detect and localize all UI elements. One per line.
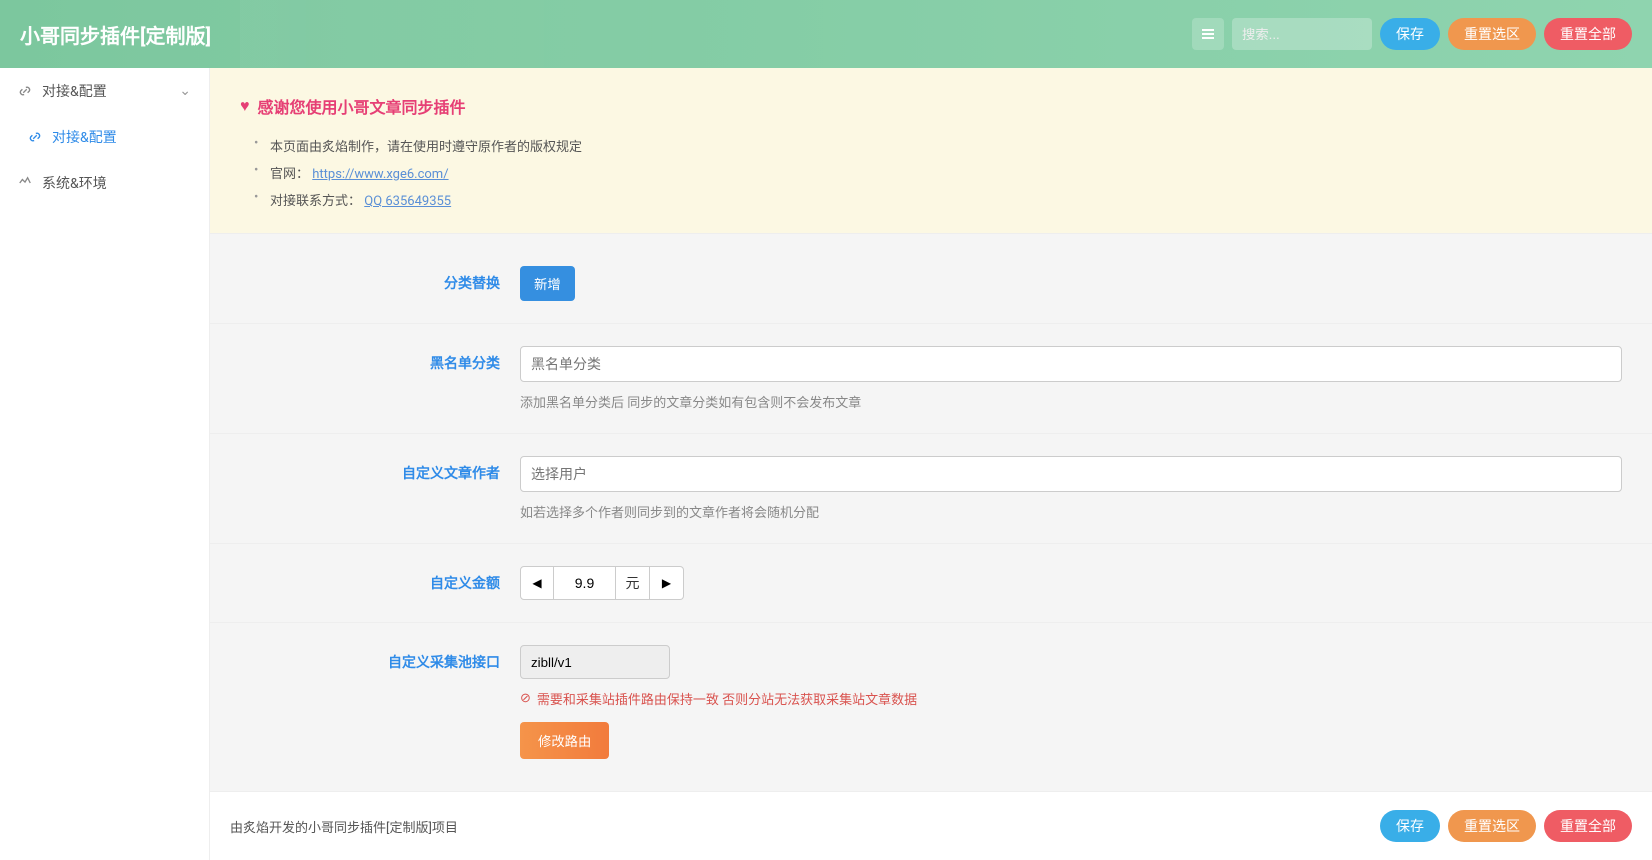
topbar: 小哥同步插件[定制版] 保存 重置选区 重置全部: [0, 0, 1652, 68]
label-category-replace: 分类替换: [240, 266, 520, 293]
footer-actions: 保存 重置选区 重置全部: [1380, 810, 1632, 842]
blacklist-help: 添加黑名单分类后 同步的文章分类如有包含则不会发布文章: [520, 392, 1622, 411]
save-button[interactable]: 保存: [1380, 18, 1440, 50]
amount-increase-button[interactable]: ▶: [650, 566, 684, 600]
author-help: 如若选择多个作者则同步到的文章作者将会随机分配: [520, 502, 1622, 521]
search-input[interactable]: [1232, 18, 1372, 50]
contact-link[interactable]: QQ 635649355: [364, 194, 451, 209]
author-select[interactable]: [520, 456, 1622, 492]
app-title: 小哥同步插件[定制版]: [20, 20, 211, 49]
notice-line: 本页面由炙焰制作，请在使用时遵守原作者的版权规定: [240, 132, 1622, 159]
modify-route-button[interactable]: 修改路由: [520, 722, 609, 759]
amount-input[interactable]: [554, 566, 616, 600]
sidebar: 对接&配置 ⌄ 对接&配置 系统&环境: [0, 68, 210, 860]
official-link[interactable]: https://www.xge6.com/: [312, 167, 448, 182]
row-category-replace: 分类替换 新增: [210, 244, 1652, 324]
row-custom-amount: 自定义金额 ◀ 元 ▶: [210, 544, 1652, 623]
notice-line: 对接联系方式： QQ 635649355: [240, 186, 1622, 213]
notice-title: ♥ 感谢您使用小哥文章同步插件: [240, 94, 1622, 118]
system-icon: [18, 176, 32, 190]
row-blacklist: 黑名单分类 添加黑名单分类后 同步的文章分类如有包含则不会发布文章: [210, 324, 1652, 434]
menu-toggle-button[interactable]: [1192, 18, 1224, 50]
link-icon: [28, 130, 42, 144]
sidebar-group-label: 对接&配置: [42, 81, 107, 101]
amount-decrease-button[interactable]: ◀: [520, 566, 554, 600]
api-route-warning: ⊘ 需要和采集站插件路由保持一致 否则分站无法获取采集站文章数据: [520, 689, 1622, 708]
chevron-down-icon: ⌄: [179, 83, 191, 99]
notice-line: 官网： https://www.xge6.com/: [240, 159, 1622, 186]
footer-save-button[interactable]: 保存: [1380, 810, 1440, 842]
add-category-button[interactable]: 新增: [520, 266, 575, 301]
sidebar-item-system[interactable]: 系统&环境: [0, 160, 209, 206]
sidebar-item-label: 系统&环境: [42, 173, 107, 193]
reset-section-button[interactable]: 重置选区: [1448, 18, 1536, 50]
label-custom-amount: 自定义金额: [240, 566, 520, 593]
api-route-input[interactable]: [520, 645, 670, 679]
footer-reset-all-button[interactable]: 重置全部: [1544, 810, 1632, 842]
row-custom-api: 自定义采集池接口 ⊘ 需要和采集站插件路由保持一致 否则分站无法获取采集站文章数…: [210, 623, 1652, 781]
row-custom-author: 自定义文章作者 如若选择多个作者则同步到的文章作者将会随机分配: [210, 434, 1652, 544]
main-content: ♥ 感谢您使用小哥文章同步插件 本页面由炙焰制作，请在使用时遵守原作者的版权规定…: [210, 68, 1652, 860]
amount-unit: 元: [616, 566, 650, 600]
form-area: 分类替换 新增 黑名单分类 添加黑名单分类后 同步的文章分类如有包含则不会发布文…: [210, 234, 1652, 791]
reset-all-button[interactable]: 重置全部: [1544, 18, 1632, 50]
footer: 由炙焰开发的小哥同步插件[定制版]项目 保存 重置选区 重置全部: [210, 791, 1652, 860]
warning-icon: ⊘: [520, 691, 531, 706]
sidebar-item-label: 对接&配置: [52, 127, 117, 147]
label-blacklist: 黑名单分类: [240, 346, 520, 373]
footer-text: 由炙焰开发的小哥同步插件[定制版]项目: [230, 817, 458, 836]
sidebar-item-config[interactable]: 对接&配置: [0, 114, 209, 160]
heart-icon: ♥: [240, 96, 250, 116]
sidebar-group-config[interactable]: 对接&配置 ⌄: [0, 68, 209, 114]
footer-reset-section-button[interactable]: 重置选区: [1448, 810, 1536, 842]
blacklist-input[interactable]: [520, 346, 1622, 382]
label-custom-author: 自定义文章作者: [240, 456, 520, 483]
amount-spinner: ◀ 元 ▶: [520, 566, 1622, 600]
topbar-actions: 保存 重置选区 重置全部: [1192, 18, 1632, 50]
label-custom-api: 自定义采集池接口: [240, 645, 520, 672]
notice-banner: ♥ 感谢您使用小哥文章同步插件 本页面由炙焰制作，请在使用时遵守原作者的版权规定…: [210, 68, 1652, 234]
link-icon: [18, 84, 32, 98]
menu-icon: [1200, 26, 1216, 42]
